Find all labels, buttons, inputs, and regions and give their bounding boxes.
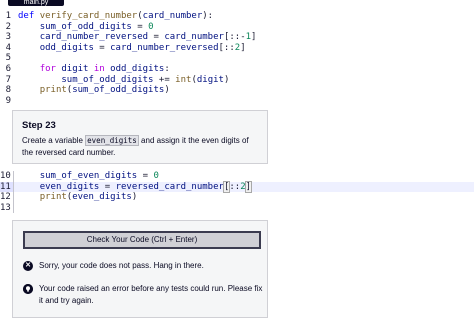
- hint-message-text: Your code raised an error before any tes…: [39, 284, 263, 305]
- code-text: even_digits = reversed_card_number[::2]: [39, 180, 253, 193]
- code-line[interactable]: 5: [0, 53, 474, 64]
- line-number: 13: [0, 202, 14, 214]
- line-number: 1: [5, 11, 11, 21]
- code-line-active[interactable]: 11 even_digits = reversed_card_number[::…: [0, 180, 474, 193]
- code-line[interactable]: 6 for digit in odd_digits:: [0, 64, 474, 75]
- text-cursor: [251, 181, 253, 191]
- test-feedback-panel: Check Your Code (Ctrl + Enter) ✕ Sorry, …: [12, 220, 268, 318]
- step-desc-before: Create a variable: [22, 136, 86, 145]
- line-number: 9: [5, 95, 11, 106]
- hint-message: Your code raised an error before any tes…: [23, 283, 263, 307]
- code-line[interactable]: 7 sum_of_odd_digits += int(digit): [0, 75, 474, 86]
- line-number: 6: [5, 63, 11, 74]
- line-number: 12: [0, 192, 14, 203]
- code-line[interactable]: 2 sum_of_odd_digits = 0: [0, 22, 474, 33]
- line-number: 7: [5, 74, 11, 85]
- line-number: 8: [5, 85, 11, 96]
- line-number: 5: [5, 53, 11, 64]
- code-editor-bottom[interactable]: 10 sum_of_even_digits = 0 11 even_digits…: [0, 171, 474, 214]
- line-number: 4: [5, 42, 11, 53]
- line-number: 2: [5, 21, 11, 32]
- code-text: card_number_reversed = card_number[::-1]: [39, 32, 257, 43]
- check-code-button[interactable]: Check Your Code (Ctrl + Enter): [23, 231, 261, 249]
- code-text: sum_of_odd_digits += int(digit): [61, 74, 230, 85]
- code-line[interactable]: 12 print(even_digits): [0, 192, 474, 203]
- file-tab[interactable]: main.py: [8, 0, 64, 6]
- lightbulb-icon: [23, 284, 33, 294]
- code-text: for digit in odd_digits:: [39, 63, 170, 74]
- code-editor-top[interactable]: 1 def verify_card_number(card_number): 2…: [0, 11, 474, 106]
- fail-message-text: Sorry, your code does not pass. Hang in …: [39, 261, 204, 270]
- inline-code: even_digits: [85, 135, 139, 146]
- code-text: sum_of_even_digits = 0: [39, 171, 159, 181]
- code-text: print(sum_of_odd_digits): [39, 85, 170, 96]
- code-line[interactable]: 4 odd_digits = card_number_reversed[::2]: [0, 43, 474, 54]
- code-line[interactable]: 9: [0, 96, 474, 107]
- code-line[interactable]: 10 sum_of_even_digits = 0: [0, 171, 474, 182]
- line-number: 10: [0, 171, 14, 182]
- close-icon: ✕: [23, 261, 33, 271]
- step-instructions: Create a variable even_digits and assign…: [22, 135, 258, 159]
- code-text: print(even_digits): [39, 192, 138, 203]
- code-line[interactable]: 1 def verify_card_number(card_number):: [0, 11, 474, 22]
- code-line[interactable]: 8 print(sum_of_odd_digits): [0, 85, 474, 96]
- code-text: def verify_card_number(card_number):: [18, 11, 214, 21]
- code-text: sum_of_odd_digits = 0: [39, 21, 154, 32]
- code-line[interactable]: 13: [0, 202, 474, 214]
- fail-message: ✕ Sorry, your code does not pass. Hang i…: [23, 260, 204, 272]
- line-number: 11: [0, 181, 14, 193]
- line-number: 3: [5, 32, 11, 43]
- step-title: Step 23: [22, 120, 56, 131]
- code-text: odd_digits = card_number_reversed[::2]: [39, 42, 246, 53]
- code-line[interactable]: 3 card_number_reversed = card_number[::-…: [0, 32, 474, 43]
- step-description-panel: Step 23 Create a variable even_digits an…: [12, 110, 268, 164]
